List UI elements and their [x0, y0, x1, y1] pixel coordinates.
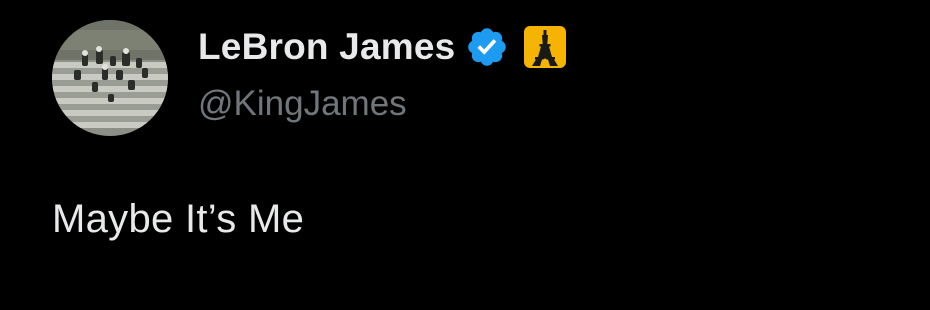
author-display-name[interactable]: LeBron James	[198, 26, 455, 68]
eiffel-tower-emoji-icon	[523, 25, 567, 69]
verified-badge-icon[interactable]	[465, 25, 509, 69]
avatar-photo-icon	[52, 20, 168, 136]
author-handle[interactable]: @KingJames	[198, 84, 407, 124]
author-name-row: LeBron James	[198, 22, 567, 72]
tweet-text: Maybe It’s Me	[52, 197, 305, 241]
avatar[interactable]	[52, 20, 168, 136]
tweet[interactable]: LeBron James @KingJames Maybe It’s Me	[0, 0, 930, 310]
